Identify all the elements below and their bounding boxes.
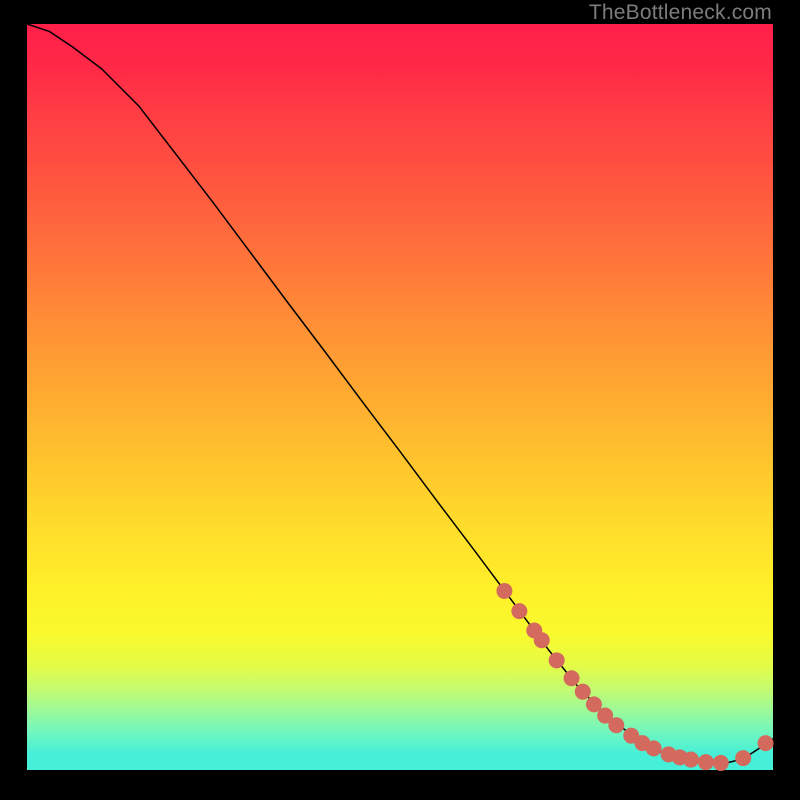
curve-marker [511, 603, 527, 619]
curve-marker [683, 752, 699, 768]
curve-marker [575, 684, 591, 700]
curve-marker [646, 740, 662, 756]
curve-marker [698, 754, 714, 770]
markers-group [496, 583, 773, 771]
curve-marker [496, 583, 512, 599]
curve-svg [27, 24, 773, 770]
curve-marker [758, 735, 774, 751]
curve-marker [713, 755, 729, 771]
curve-marker [549, 652, 565, 668]
curve-marker [735, 750, 751, 766]
curve-marker [534, 632, 550, 648]
curve-marker [564, 670, 580, 686]
chart-outer-frame: TheBottleneck.com [0, 0, 800, 800]
plot-area [27, 24, 773, 770]
watermark-text: TheBottleneck.com [589, 1, 772, 25]
curve-marker [608, 717, 624, 733]
bottleneck-curve [27, 24, 773, 763]
